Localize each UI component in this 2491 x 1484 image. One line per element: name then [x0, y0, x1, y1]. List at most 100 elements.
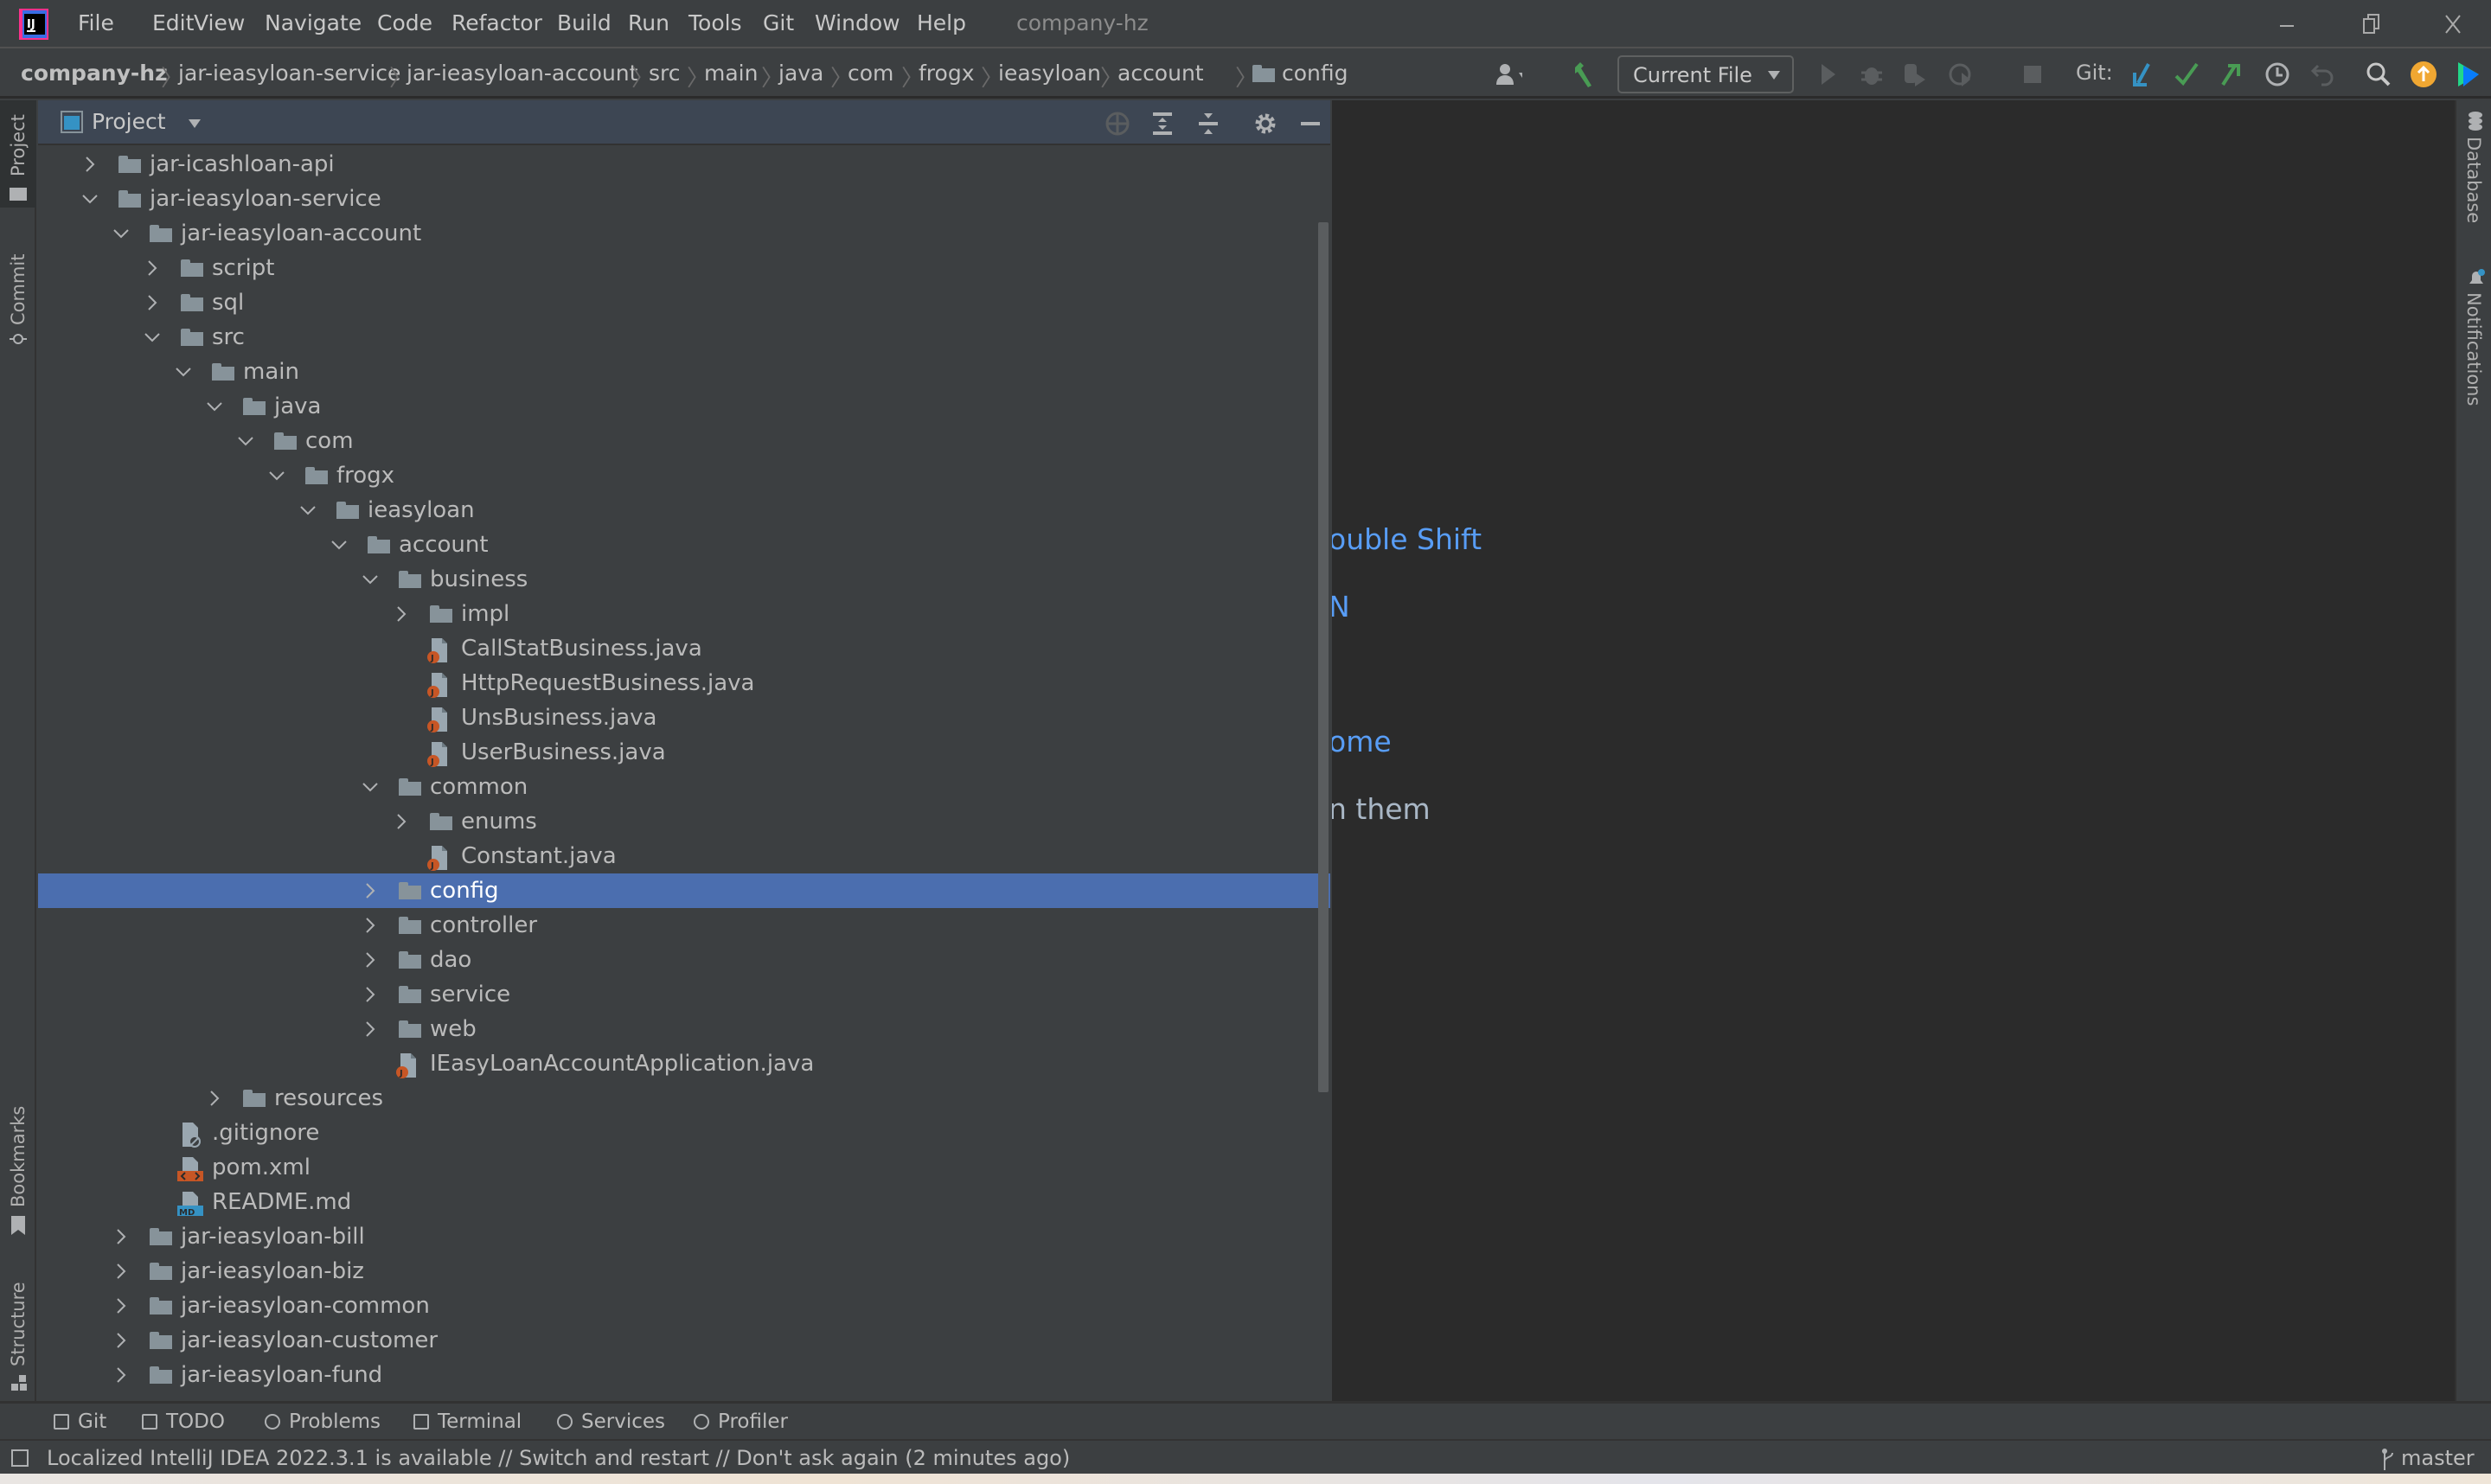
tool-tab-todo[interactable]: TODO [142, 1410, 225, 1433]
database-tool-tab[interactable]: Database [2456, 107, 2491, 246]
editor-hint-shortcut[interactable]: ouble Shift [1332, 522, 1482, 556]
chevron-down-icon[interactable] [144, 329, 161, 346]
breadcrumb-item[interactable]: account [1117, 61, 1204, 86]
debug-icon[interactable] [1858, 61, 1886, 88]
project-view-selector[interactable]: Project [92, 109, 166, 134]
tree-item-sql[interactable]: sql [38, 285, 1330, 320]
git-branch-widget[interactable]: master [2401, 1446, 2475, 1470]
breadcrumb-item[interactable]: src [649, 61, 681, 86]
chevron-right-icon[interactable] [144, 294, 161, 311]
plugin-logo-icon[interactable] [2455, 61, 2482, 88]
tool-tab-git[interactable]: Git [54, 1410, 106, 1433]
tree-item-callstatbusiness-java[interactable]: J CallStatBusiness.java [38, 631, 1330, 666]
ide-update-icon[interactable] [2410, 61, 2437, 88]
gear-icon[interactable] [1252, 111, 1278, 137]
tool-tab-terminal[interactable]: Terminal [413, 1410, 522, 1433]
collapse-all-icon[interactable] [1195, 111, 1221, 137]
tree-item-controller[interactable]: controller [38, 908, 1330, 943]
chevron-right-icon[interactable] [112, 1228, 130, 1245]
chevron-right-icon[interactable] [362, 1020, 379, 1038]
breadcrumb-item[interactable]: ieasyloan [998, 61, 1101, 86]
tree-item-jar-ieasyloan-bill[interactable]: jar-ieasyloan-bill [38, 1219, 1330, 1254]
run-configuration-dropdown[interactable]: Current File [1617, 55, 1794, 93]
menu-window[interactable]: Window [815, 10, 900, 35]
restore-icon[interactable] [2361, 12, 2382, 36]
run-icon[interactable] [1815, 61, 1842, 88]
breadcrumb-item[interactable]: jar-ieasyloan-account [407, 61, 637, 86]
menu-refactor[interactable]: Refactor [451, 10, 542, 35]
search-icon[interactable] [2365, 61, 2392, 88]
chevron-right-icon[interactable] [112, 1297, 130, 1314]
tree-item-userbusiness-java[interactable]: J UserBusiness.java [38, 735, 1330, 770]
tree-item-constant-java[interactable]: J Constant.java [38, 839, 1330, 873]
chevron-right-icon[interactable] [144, 259, 161, 277]
chevron-down-icon[interactable] [362, 571, 379, 588]
bookmarks-tool-tab[interactable]: Bookmarks [0, 1095, 36, 1251]
tree-item-common[interactable]: common [38, 770, 1330, 804]
chevron-right-icon[interactable] [81, 156, 99, 173]
user-icon[interactable] [1495, 61, 1522, 88]
tree-item-src[interactable]: src [38, 320, 1330, 355]
chevron-down-icon[interactable] [81, 190, 99, 208]
breadcrumb-item[interactable]: company-hz [21, 61, 168, 86]
commit-tool-tab[interactable]: Commit [0, 239, 36, 368]
close-icon[interactable] [2443, 12, 2463, 36]
menu-file[interactable]: File [78, 10, 114, 35]
editor-hint-shortcut[interactable]: ome [1332, 725, 1392, 758]
tree-item-dao[interactable]: dao [38, 943, 1330, 977]
tree-scrollbar[interactable] [1318, 222, 1329, 1092]
tree-item-jar-ieasyloan-fund[interactable]: jar-ieasyloan-fund [38, 1358, 1330, 1392]
breadcrumb-item[interactable]: config [1282, 61, 1348, 86]
run-with-coverage-icon[interactable] [1901, 61, 1929, 88]
chevron-right-icon[interactable] [393, 605, 410, 623]
tree-item-httprequestbusiness-java[interactable]: J HttpRequestBusiness.java [38, 666, 1330, 700]
tree-item-frogx[interactable]: frogx [38, 458, 1330, 493]
chevron-down-icon[interactable] [237, 432, 254, 450]
menu-navigate[interactable]: Navigate [265, 10, 362, 35]
tree-item-script[interactable]: script [38, 251, 1330, 285]
breadcrumb-item[interactable]: java [778, 61, 823, 86]
tree-item-pom-xml[interactable]: pom.xml [38, 1150, 1330, 1185]
chevron-right-icon[interactable] [112, 1263, 130, 1280]
structure-tool-tab[interactable]: Structure [0, 1259, 36, 1398]
status-message[interactable]: Localized IntelliJ IDEA 2022.3.1 is avai… [47, 1446, 1070, 1470]
breadcrumb-item[interactable]: com [848, 61, 893, 86]
tree-item-jar-ieasyloan-common[interactable]: jar-ieasyloan-common [38, 1289, 1330, 1323]
vcs-update-icon[interactable] [2128, 61, 2155, 88]
chevron-right-icon[interactable] [362, 951, 379, 969]
menu-code[interactable]: Code [377, 10, 432, 35]
chevron-right-icon[interactable] [206, 1090, 223, 1107]
tree-item-readme-md[interactable]: MD README.md [38, 1185, 1330, 1219]
menu-build[interactable]: Build [557, 10, 612, 35]
tree-item-unsbusiness-java[interactable]: J UnsBusiness.java [38, 700, 1330, 735]
tree-item-jar-ieasyloan-account[interactable]: jar-ieasyloan-account [38, 216, 1330, 251]
minimize-icon[interactable] [2276, 16, 2297, 36]
profile-icon[interactable] [1948, 61, 1976, 88]
editor-hint-shortcut[interactable]: N [1332, 590, 1350, 624]
breadcrumb-item[interactable]: jar-ieasyloan-service [178, 61, 400, 86]
hide-panel-icon[interactable] [1297, 111, 1323, 137]
menu-edit[interactable]: Edit [152, 10, 194, 35]
menu-tools[interactable]: Tools [688, 10, 742, 35]
tree-item-ieasyloanaccountapplication-java[interactable]: J IEasyLoanAccountApplication.java [38, 1046, 1330, 1081]
tree-item-jar-ieasyloan-customer[interactable]: jar-ieasyloan-customer [38, 1323, 1330, 1358]
tool-tab-services[interactable]: Services [557, 1410, 665, 1433]
stop-icon[interactable] [2019, 61, 2046, 88]
menu-git[interactable]: Git [763, 10, 794, 35]
chevron-right-icon[interactable] [393, 813, 410, 830]
chevron-down-icon[interactable] [299, 502, 317, 519]
chevron-right-icon[interactable] [362, 986, 379, 1003]
select-opened-file-icon[interactable] [1105, 111, 1130, 137]
toggle-tool-windows-icon[interactable] [10, 1449, 29, 1468]
chevron-down-icon[interactable] [175, 363, 192, 381]
menu-run[interactable]: Run [628, 10, 669, 35]
notifications-tool-tab[interactable]: Notifications [2456, 265, 2491, 438]
tree-item-business[interactable]: business [38, 562, 1330, 597]
chevron-right-icon[interactable] [362, 917, 379, 934]
tree-item-main[interactable]: main [38, 355, 1330, 389]
chevron-down-icon[interactable] [268, 467, 285, 484]
tree-item-ieasyloan[interactable]: ieasyloan [38, 493, 1330, 528]
chevron-down-icon[interactable] [330, 536, 348, 553]
tree-item-account[interactable]: account [38, 528, 1330, 562]
tree-item-service[interactable]: service [38, 977, 1330, 1012]
